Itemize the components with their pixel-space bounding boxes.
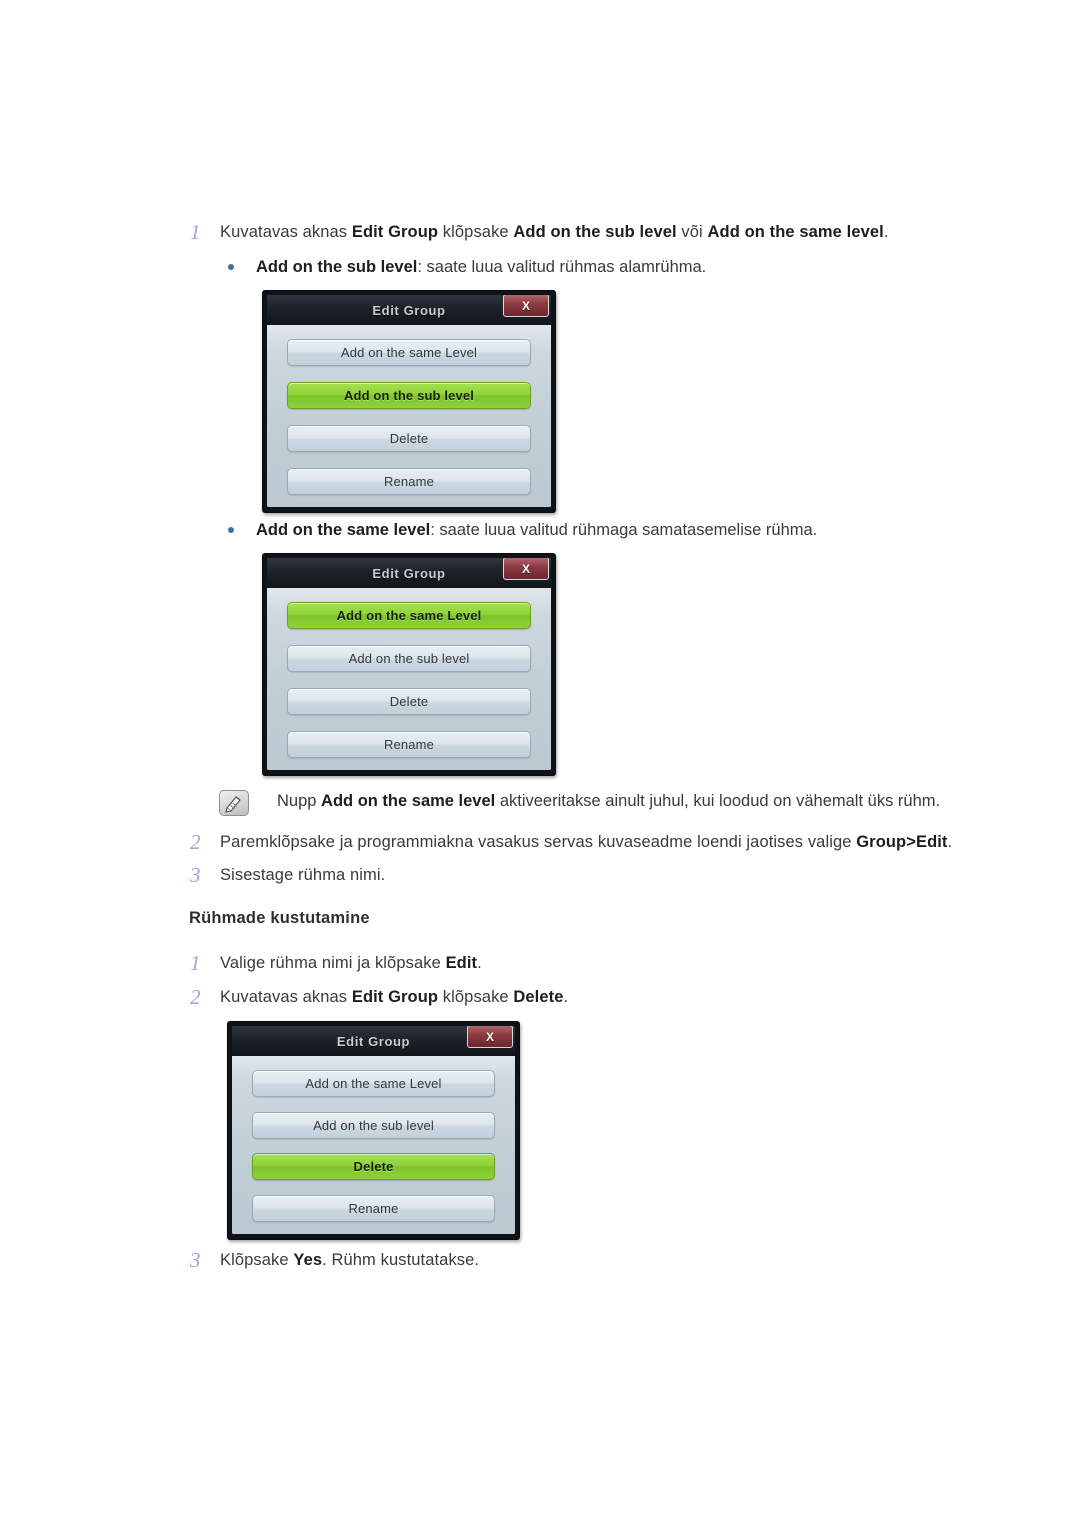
- bullet-dot-icon: [222, 255, 256, 270]
- dialog-title: Edit Group: [372, 565, 446, 581]
- close-icon[interactable]: X: [503, 295, 549, 317]
- emphasis-text: Add on the sub level: [256, 258, 418, 276]
- plain-text: .: [477, 954, 482, 972]
- manual-page: 1 Kuvatavas aknas Edit Group klõpsake Ad…: [0, 0, 1080, 1527]
- dialog-body: Add on the same Level Add on the sub leve…: [232, 1056, 515, 1234]
- dialog-button-delete[interactable]: Delete: [252, 1153, 495, 1181]
- plain-text: Sisestage rühma nimi.: [220, 866, 386, 884]
- bullet-dot-icon: [222, 518, 256, 533]
- dialog-add-sub-level: Edit Group X Add on the same Level Add on…: [262, 290, 556, 513]
- emphasis-text: Edit Group: [351, 223, 439, 241]
- step-3-text: Sisestage rühma nimi.: [220, 863, 385, 887]
- plain-text: .: [883, 223, 889, 241]
- delete-step-3: 3 Klõpsake Yes. Rühm kustutatakse.: [186, 1248, 479, 1272]
- dialog-body: Add on the same Level Add on the sub leve…: [267, 325, 551, 507]
- plain-text: klõpsake: [438, 223, 514, 241]
- dialog-inner: Edit Group X Add on the same Level Add on…: [232, 1026, 515, 1234]
- delete-step-3-number: 3: [190, 1248, 201, 1272]
- bullet-add-same-level-text: Add on the same level: saate luua valitu…: [256, 518, 817, 542]
- dialog-titlebar: Edit Group X: [232, 1026, 515, 1056]
- bullet-add-sub-level-text: Add on the sub level: saate luua valitud…: [256, 255, 706, 279]
- close-icon[interactable]: X: [467, 1026, 513, 1048]
- step-1-text: Kuvatavas aknas Edit Group klõpsake Add …: [220, 220, 889, 244]
- delete-step-1-number: 1: [190, 951, 201, 975]
- dialog-button-add-on-the-sub-level[interactable]: Add on the sub level: [287, 645, 531, 672]
- plain-text: Klõpsake: [220, 1251, 294, 1269]
- emphasis-text: Add on the sub level: [513, 223, 677, 241]
- step-3-number: 3: [190, 863, 201, 887]
- plain-text: Kuvatavas aknas: [220, 223, 352, 241]
- emphasis-text: Yes: [293, 1251, 323, 1269]
- dialog-button-add-on-the-same-level[interactable]: Add on the same Level: [252, 1070, 495, 1097]
- plain-text: klõpsake: [438, 988, 514, 1006]
- note-block: Nupp Add on the same level aktiveeritaks…: [219, 789, 940, 816]
- delete-step-2-text: Kuvatavas aknas Edit Group klõpsake Dele…: [220, 985, 568, 1009]
- delete-step-2: 2 Kuvatavas aknas Edit Group klõpsake De…: [186, 985, 568, 1009]
- note-pencil-icon: [219, 790, 249, 816]
- dialog-titlebar: Edit Group X: [267, 558, 551, 588]
- emphasis-text: Add on the same level: [256, 521, 431, 539]
- plain-text: Nupp: [277, 792, 322, 810]
- delete-step-2-number: 2: [190, 985, 201, 1009]
- step-2-number: 2: [190, 830, 201, 854]
- emphasis-text: Edit Group: [351, 988, 439, 1006]
- plain-text: Paremklõpsake ja programmiakna vasakus s…: [220, 833, 857, 851]
- dialog-button-rename[interactable]: Rename: [287, 468, 531, 495]
- plain-text: . Rühm kustutatakse.: [322, 1251, 480, 1269]
- plain-text: Kuvatavas aknas: [220, 988, 352, 1006]
- plain-text: või: [676, 223, 708, 241]
- bullet-add-sub-level: Add on the sub level: saate luua valitud…: [222, 255, 706, 279]
- section-heading: Rühmade kustutamine: [189, 909, 370, 927]
- dialog-title: Edit Group: [336, 1033, 411, 1049]
- emphasis-text: Group>Edit: [856, 833, 948, 851]
- dialog-button-rename[interactable]: Rename: [287, 731, 531, 758]
- dialog-body: Add on the same Level Add on the sub leve…: [267, 588, 551, 770]
- emphasis-text: Delete: [513, 988, 564, 1006]
- dialog-button-delete[interactable]: Delete: [287, 425, 531, 452]
- dialog-delete: Edit Group X Add on the same Level Add on…: [227, 1021, 520, 1240]
- note-text: Nupp Add on the same level aktiveeritaks…: [277, 789, 940, 813]
- emphasis-text: Add on the same level: [321, 792, 496, 810]
- step-1: 1 Kuvatavas aknas Edit Group klõpsake Ad…: [186, 220, 889, 244]
- dialog-inner: Edit Group X Add on the same Level Add on…: [267, 295, 551, 507]
- dialog-inner: Edit Group X Add on the same Level Add on…: [267, 558, 551, 770]
- dialog-button-add-on-the-sub-level[interactable]: Add on the sub level: [287, 382, 531, 409]
- dialog-titlebar: Edit Group X: [267, 295, 551, 325]
- delete-step-3-text: Klõpsake Yes. Rühm kustutatakse.: [220, 1248, 479, 1272]
- dialog-add-same-level: Edit Group X Add on the same Level Add on…: [262, 553, 556, 776]
- dialog-button-delete[interactable]: Delete: [287, 688, 531, 715]
- emphasis-text: Edit: [445, 954, 478, 972]
- plain-text: : saate luua valitud rühmas alamrühma.: [417, 258, 707, 276]
- emphasis-text: Add on the same level: [707, 223, 884, 241]
- dialog-title: Edit Group: [372, 302, 446, 318]
- dialog-button-add-on-the-same-level[interactable]: Add on the same Level: [287, 602, 531, 629]
- plain-text: aktiveeritakse ainult juhul, kui loodud …: [495, 792, 941, 810]
- plain-text: .: [563, 988, 569, 1006]
- step-2-text: Paremklõpsake ja programmiakna vasakus s…: [220, 830, 952, 854]
- plain-text: : saate luua valitud rühmaga samatasemel…: [430, 521, 818, 539]
- step-2: 2 Paremklõpsake ja programmiakna vasakus…: [186, 830, 952, 854]
- plain-text: .: [947, 833, 953, 851]
- plain-text: Valige rühma nimi ja klõpsake: [220, 954, 446, 972]
- step-1-number: 1: [190, 220, 201, 244]
- bullet-add-same-level: Add on the same level: saate luua valitu…: [222, 518, 817, 542]
- step-3: 3 Sisestage rühma nimi.: [186, 863, 385, 887]
- close-icon[interactable]: X: [503, 558, 549, 580]
- dialog-button-add-on-the-same-level[interactable]: Add on the same Level: [287, 339, 531, 366]
- dialog-button-rename[interactable]: Rename: [252, 1194, 495, 1222]
- dialog-button-add-on-the-sub-level[interactable]: Add on the sub level: [252, 1111, 495, 1139]
- delete-step-1-text: Valige rühma nimi ja klõpsake Edit.: [220, 951, 482, 975]
- delete-step-1: 1 Valige rühma nimi ja klõpsake Edit.: [186, 951, 482, 975]
